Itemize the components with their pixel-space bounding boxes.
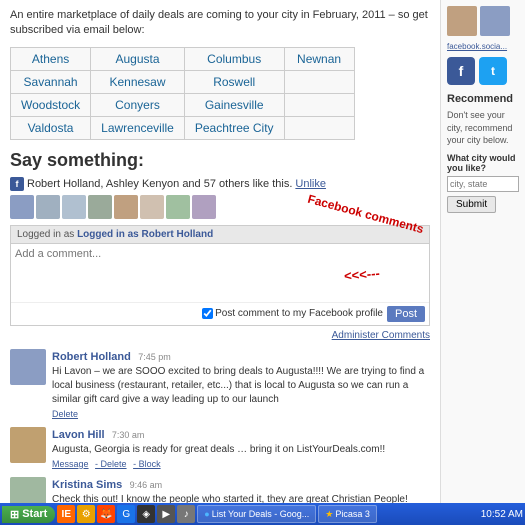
recommended-title: Recommend <box>447 93 519 105</box>
comment-body-2: Lavon Hill 7:30 am Augusta, Georgia is r… <box>52 427 430 469</box>
avatar-7 <box>166 195 190 219</box>
comment-footer: Post comment to my Facebook profile Post <box>11 302 429 325</box>
taskbar-icon-7[interactable]: ♪ <box>177 505 195 523</box>
fb-link-text[interactable]: facebook.socia... <box>447 42 519 51</box>
comment-actions-2: Message - Delete - Block <box>52 459 430 469</box>
administer-link[interactable]: Administer Comments <box>10 330 430 341</box>
comment-author-3: Kristina Sims <box>52 479 122 491</box>
say-something-heading: Say something: <box>10 150 430 171</box>
twitter-social-btn[interactable]: t <box>479 57 507 85</box>
city-conyers[interactable]: Conyers <box>91 93 185 116</box>
comment-item: Lavon Hill 7:30 am Augusta, Georgia is r… <box>10 427 430 469</box>
post-to-fb-checkbox[interactable] <box>202 308 213 319</box>
fb-likes-text: Robert Holland, Ashley Kenyon and 57 oth… <box>27 178 292 190</box>
main-content: An entire marketplace of daily deals are… <box>0 0 440 505</box>
avatar-8 <box>192 195 216 219</box>
comment-time-1: 7:45 pm <box>138 352 171 362</box>
sidebar: facebook.socia... f t Recommend Don't se… <box>440 0 525 505</box>
comment-item: Kristina Sims 9:46 am Check this out! I … <box>10 477 430 505</box>
logged-in-name: Logged in as Robert Holland <box>77 229 213 240</box>
avatar-5 <box>114 195 138 219</box>
avatar-6 <box>140 195 164 219</box>
taskbar-icon-2[interactable]: ⚙ <box>77 505 95 523</box>
comment-avatar-2 <box>10 427 46 463</box>
city-lawrenceville[interactable]: Lawrenceville <box>91 116 185 139</box>
city-roswell[interactable]: Roswell <box>184 70 284 93</box>
city-augusta[interactable]: Augusta <box>91 47 185 70</box>
comment-text-2: Augusta, Georgia is ready for great deal… <box>52 443 430 457</box>
city-woodstock[interactable]: Woodstock <box>11 93 91 116</box>
city-columbus[interactable]: Columbus <box>184 47 284 70</box>
city-kennesaw[interactable]: Kennesaw <box>91 70 185 93</box>
taskbar: ⊞ Start IE ⚙ 🦊 G ◈ ▶ ♪ ● List Your Deals… <box>0 503 525 525</box>
avatar-2 <box>36 195 60 219</box>
avatar-row <box>10 195 430 219</box>
comment-author-1: Robert Holland <box>52 351 131 363</box>
taskbar-icon-3[interactable]: 🦊 <box>97 505 115 523</box>
city-peachtree[interactable]: Peachtree City <box>184 116 284 139</box>
comment-time-3: 9:46 am <box>130 480 163 490</box>
taskbar-icon-5[interactable]: ◈ <box>137 505 155 523</box>
intro-text: An entire marketplace of daily deals are… <box>10 8 430 39</box>
taskbar-browser-btn[interactable]: ● List Your Deals - Goog... <box>197 505 316 523</box>
city-grid: Athens Augusta Columbus Newnan Savannah … <box>10 47 355 140</box>
start-button[interactable]: ⊞ Start <box>2 506 55 523</box>
city-valdosta[interactable]: Valdosta <box>11 116 91 139</box>
post-to-fb-label[interactable]: Post comment to my Facebook profile <box>202 308 383 319</box>
browser-icon: ● <box>204 509 209 519</box>
comment-body-1: Robert Holland 7:45 pm Hi Lavon – we are… <box>52 349 430 419</box>
comment-body-3: Kristina Sims 9:46 am Check this out! I … <box>52 477 430 505</box>
unlike-link[interactable]: Unlike <box>295 178 326 190</box>
taskbar-right: 10:52 AM <box>481 509 523 520</box>
comment-avatar-3 <box>10 477 46 505</box>
city-athens[interactable]: Athens <box>11 47 91 70</box>
comment-avatar-1 <box>10 349 46 385</box>
avatar-4 <box>88 195 112 219</box>
start-icon: ⊞ <box>10 508 19 521</box>
sidebar-profile-row <box>447 6 519 36</box>
comment-box-header: Logged in as Logged in as Robert Holland <box>11 226 429 244</box>
profile-pic-1 <box>447 6 477 36</box>
fb-comment-section: f Robert Holland, Ashley Kenyon and 57 o… <box>10 177 430 341</box>
comment-text-1: Hi Lavon – we are SOOO excited to bring … <box>52 365 430 407</box>
avatar-1 <box>10 195 34 219</box>
city-newnan[interactable]: Newnan <box>284 47 354 70</box>
city-state-input[interactable] <box>447 176 519 192</box>
recommended-text: Don't see your city, recommend your city… <box>447 109 519 147</box>
comment-author-2: Lavon Hill <box>52 429 105 441</box>
fb-icon: f <box>10 177 24 191</box>
avatar-3 <box>62 195 86 219</box>
comment-item: Robert Holland 7:45 pm Hi Lavon – we are… <box>10 349 430 419</box>
taskbar-icon-6[interactable]: ▶ <box>157 505 175 523</box>
picasa-icon: ★ <box>325 509 333 520</box>
delete-link-2[interactable]: - Delete <box>95 459 127 469</box>
city-empty3 <box>284 116 354 139</box>
city-empty2 <box>284 93 354 116</box>
delete-link-1[interactable]: Delete <box>52 409 78 419</box>
city-empty1 <box>284 70 354 93</box>
block-link-2[interactable]: - Block <box>133 459 161 469</box>
city-savannah[interactable]: Savannah <box>11 70 91 93</box>
taskbar-icon-4[interactable]: G <box>117 505 135 523</box>
comments-list: Robert Holland 7:45 pm Hi Lavon – we are… <box>10 349 430 505</box>
taskbar-clock: 10:52 AM <box>481 509 523 520</box>
profile-pic-2 <box>480 6 510 36</box>
comment-time-2: 7:30 am <box>112 430 145 440</box>
message-link-2[interactable]: Message <box>52 459 89 469</box>
post-button[interactable]: Post <box>387 306 425 322</box>
city-label: What city would you like? <box>447 153 519 173</box>
comment-actions-1: Delete <box>52 409 430 419</box>
city-gainesville[interactable]: Gainesville <box>184 93 284 116</box>
submit-button[interactable]: Submit <box>447 196 496 213</box>
facebook-social-btn[interactable]: f <box>447 57 475 85</box>
taskbar-picasa-btn[interactable]: ★ Picasa 3 <box>318 505 377 523</box>
sidebar-social-icons: f t <box>447 57 519 85</box>
arrow-annotation: <<<--- <box>344 265 381 283</box>
taskbar-icon-1[interactable]: IE <box>57 505 75 523</box>
fb-likes-row: f Robert Holland, Ashley Kenyon and 57 o… <box>10 177 430 191</box>
